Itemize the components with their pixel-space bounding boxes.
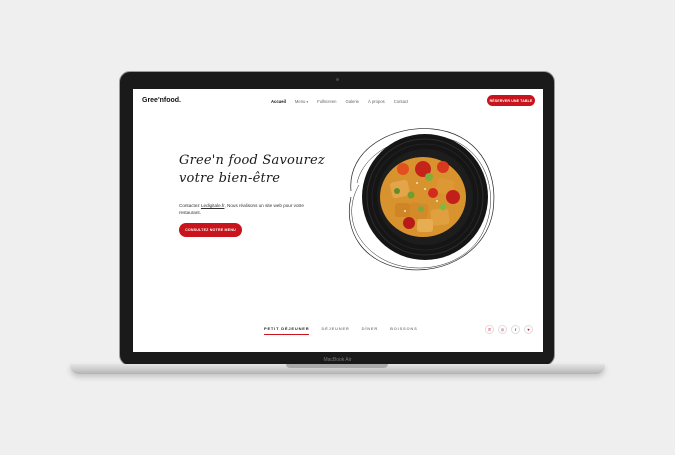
- hero-title-line1: Gree'n food Savourez: [179, 153, 325, 168]
- nav-fullscreen[interactable]: Fullscreen: [317, 99, 336, 104]
- instagram-icon[interactable]: ◎: [498, 325, 507, 334]
- facebook-icon[interactable]: f: [511, 325, 520, 334]
- nav-about[interactable]: À propos: [368, 99, 385, 104]
- nav-menu-label: Menu: [294, 99, 306, 104]
- nav-gallery[interactable]: Galerie: [345, 99, 359, 104]
- nav-contact[interactable]: Contact: [394, 99, 408, 104]
- food-bowl-image: [349, 128, 495, 271]
- camera: [336, 78, 339, 81]
- hero-desc-prefix: Contactez: [179, 203, 201, 208]
- chevron-down-icon: ▾: [306, 100, 309, 104]
- view-menu-button[interactable]: CONSULTEZ NOTRE MENU: [179, 223, 242, 237]
- tab-lunch[interactable]: DÉJEUNER: [321, 326, 349, 335]
- main-nav: Accueil Menu▾ Fullscreen Galerie À propo…: [271, 99, 408, 104]
- tab-drinks[interactable]: BOISSONS: [390, 326, 418, 335]
- reserve-table-button[interactable]: RÉSERVER UNE TABLE: [487, 95, 535, 106]
- hero-description: Contactez Ledigitale.fr, Nous réalisons …: [179, 203, 309, 216]
- laptop-screen: Gree'nfood. Accueil Menu▾ Fullscreen Gal…: [133, 89, 543, 352]
- hero-title: Gree'n food Savourez votre bien-être: [179, 152, 329, 188]
- tab-breakfast[interactable]: PETIT DÉJEUNER: [264, 326, 310, 335]
- nav-menu[interactable]: Menu▾: [295, 99, 308, 104]
- ledigitale-link[interactable]: Ledigitale.fr: [201, 203, 225, 208]
- whatsapp-icon[interactable]: ✆: [485, 325, 494, 334]
- laptop-notch: [286, 364, 388, 368]
- nav-home[interactable]: Accueil: [271, 99, 286, 104]
- device-label: MacBook Air: [323, 357, 352, 363]
- hero-title-line2: votre bien-être: [179, 171, 281, 186]
- laptop-lid: Gree'nfood. Accueil Menu▾ Fullscreen Gal…: [119, 71, 555, 366]
- social-links: ✆ ◎ f ♥: [485, 325, 533, 334]
- twitter-icon[interactable]: ♥: [524, 325, 533, 334]
- site-header: Gree'nfood. Accueil Menu▾ Fullscreen Gal…: [133, 89, 543, 115]
- meal-tabs: PETIT DÉJEUNER DÉJEUNER DÎNER BOISSONS: [264, 326, 418, 335]
- site-logo[interactable]: Gree'nfood.: [142, 97, 181, 104]
- tab-dinner[interactable]: DÎNER: [362, 326, 378, 335]
